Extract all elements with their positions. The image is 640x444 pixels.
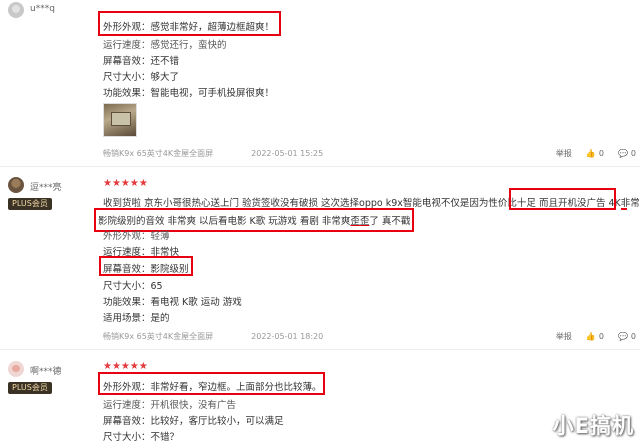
- avatar[interactable]: [8, 2, 24, 18]
- avatar[interactable]: [8, 177, 24, 193]
- highlight-box: [99, 256, 193, 276]
- highlight-underline: [621, 208, 627, 210]
- highlight-box: [509, 188, 616, 210]
- comment-icon[interactable]: 💬: [618, 332, 628, 341]
- review-line: 屏幕音效：还不错: [103, 56, 180, 67]
- username[interactable]: 啊***德: [30, 364, 62, 377]
- review-meta: 畅销K9x 65英寸4K金屋全面屏 2022-05-01 15:25: [103, 148, 323, 159]
- report-link[interactable]: 举报: [556, 149, 572, 158]
- review-meta: 畅销K9x 65英寸4K金屋全面屏 2022-05-01 18:20: [103, 331, 323, 342]
- thumbs-up-icon[interactable]: 👍: [586, 149, 596, 158]
- rating-stars: ★★★★★: [103, 361, 148, 372]
- review-photo-thumbnail[interactable]: [103, 103, 137, 137]
- plus-member-badge: PLUS会员: [8, 198, 52, 210]
- like-count: 0: [598, 332, 604, 341]
- comment-count: 0: [630, 332, 636, 341]
- report-link[interactable]: 举报: [556, 332, 572, 341]
- review-line: 屏幕音效：比较好，客厅比较小，可以满足: [103, 416, 284, 427]
- product-variant: 畅销K9x 65英寸4K金屋全面屏: [103, 149, 214, 158]
- review-line: 尺寸大小：够大了: [103, 72, 180, 83]
- review-date: 2022-05-01 18:20: [251, 332, 324, 341]
- review-line: 功能效果：看电视 K歌 运动 游戏: [103, 297, 242, 308]
- review-divider: [0, 349, 640, 350]
- review-line: 适用场景：是的: [103, 313, 170, 324]
- review-date: 2022-05-01 15:25: [251, 149, 324, 158]
- product-variant: 畅销K9x 65英寸4K金屋全面屏: [103, 332, 214, 341]
- review-line: 尺寸大小：65: [103, 281, 163, 292]
- comment-count: 0: [630, 149, 636, 158]
- review-actions: 举报 👍 0 💬 0: [538, 331, 636, 342]
- username[interactable]: 逗***亮: [30, 180, 62, 193]
- plus-member-badge: PLUS会员: [8, 382, 52, 394]
- avatar[interactable]: [8, 361, 24, 377]
- review-line: 运行速度：感觉还行，蛮快的: [103, 40, 227, 51]
- watermark: 小E搞机: [552, 414, 634, 438]
- like-count: 0: [598, 149, 604, 158]
- highlight-box: [98, 372, 325, 395]
- rating-stars: ★★★★★: [103, 178, 148, 189]
- review-line: 外形外观：轻薄: [103, 231, 170, 242]
- review-actions: 举报 👍 0 💬 0: [538, 148, 636, 159]
- review-line: 运行速度：开机很快，没有广告: [103, 400, 237, 411]
- review-divider: [0, 166, 640, 167]
- review-line: 功能效果：智能电视，可手机投屏很爽！: [103, 88, 275, 99]
- highlight-box: [98, 11, 281, 36]
- username[interactable]: u***q: [30, 4, 55, 14]
- review-line: 尺寸大小：不错？: [103, 432, 180, 443]
- thumbs-up-icon[interactable]: 👍: [586, 332, 596, 341]
- comment-icon[interactable]: 💬: [618, 149, 628, 158]
